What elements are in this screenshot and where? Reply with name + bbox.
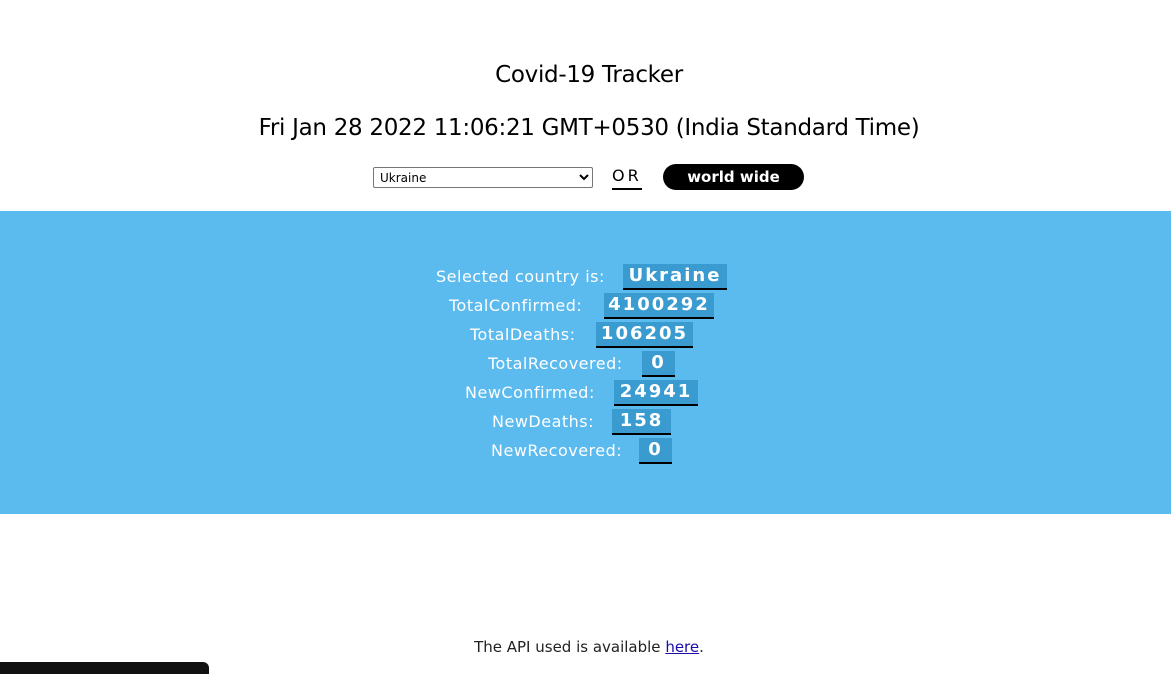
total-recovered-label: TotalRecovered: xyxy=(488,354,623,373)
page-title: Covid-19 Tracker xyxy=(495,62,683,88)
stats-panel: Selected country is: Ukraine TotalConfir… xyxy=(0,211,1171,514)
new-deaths-label: NewDeaths: xyxy=(492,412,595,431)
stat-row-new-confirmed: NewConfirmed: 24941 xyxy=(0,380,1171,406)
country-select[interactable]: Ukraine xyxy=(373,167,593,188)
stat-row-new-recovered: NewRecovered: 0 xyxy=(0,438,1171,464)
total-recovered-value: 0 xyxy=(642,351,675,377)
selected-country-label: Selected country is: xyxy=(436,267,605,286)
bottom-toast-bar xyxy=(0,662,209,674)
footer-text: The API used is available here. xyxy=(0,636,1171,658)
stat-row-selected-country: Selected country is: Ukraine xyxy=(0,264,1171,290)
stat-row-total-deaths: TotalDeaths: 106205 xyxy=(0,322,1171,348)
world-wide-button[interactable]: world wide xyxy=(663,164,804,190)
total-confirmed-value: 4100292 xyxy=(604,293,714,319)
current-datetime: Fri Jan 28 2022 11:06:21 GMT+0530 (India… xyxy=(258,115,920,141)
total-deaths-label: TotalDeaths: xyxy=(470,325,576,344)
total-confirmed-label: TotalConfirmed: xyxy=(449,296,583,315)
page: Covid-19 Tracker Fri Jan 28 2022 11:06:2… xyxy=(0,0,1171,674)
new-confirmed-label: NewConfirmed: xyxy=(465,383,595,402)
api-link[interactable]: here xyxy=(665,638,699,656)
footer-prefix: The API used is available xyxy=(474,638,666,656)
stat-row-new-deaths: NewDeaths: 158 xyxy=(0,409,1171,435)
new-recovered-label: NewRecovered: xyxy=(491,441,623,460)
total-deaths-value: 106205 xyxy=(596,322,693,348)
stat-row-total-recovered: TotalRecovered: 0 xyxy=(0,351,1171,377)
controls-row: Ukraine OR world wide xyxy=(373,164,813,192)
new-deaths-value: 158 xyxy=(612,409,671,435)
or-label: OR xyxy=(612,166,642,190)
footer-suffix: . xyxy=(699,638,704,656)
new-recovered-value: 0 xyxy=(639,438,672,464)
stat-row-total-confirmed: TotalConfirmed: 4100292 xyxy=(0,293,1171,319)
selected-country-value: Ukraine xyxy=(623,264,727,290)
new-confirmed-value: 24941 xyxy=(614,380,698,406)
